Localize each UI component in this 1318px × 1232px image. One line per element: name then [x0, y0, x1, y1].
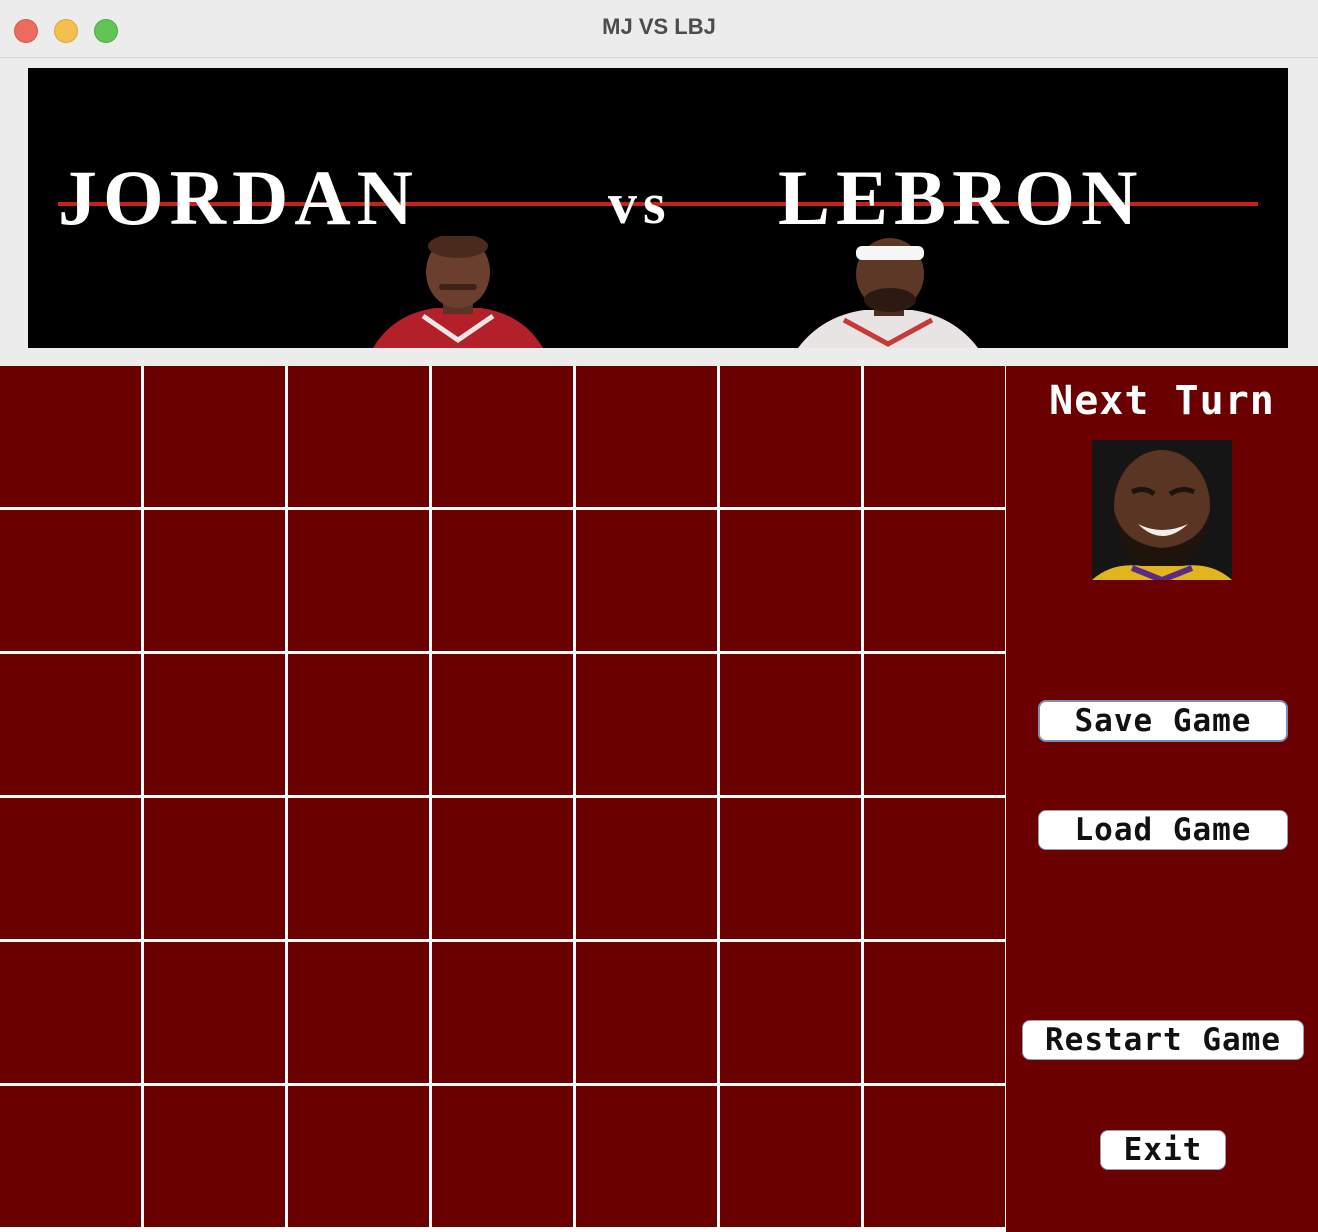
- board-cell[interactable]: [0, 798, 141, 939]
- lebron-face-avatar: [1092, 440, 1232, 580]
- game-board: [0, 366, 1006, 1232]
- restart-game-button[interactable]: Restart Game: [1022, 1020, 1304, 1060]
- board-cell[interactable]: [0, 510, 141, 651]
- board-cell[interactable]: [720, 942, 861, 1083]
- board-cell[interactable]: [432, 510, 573, 651]
- board-cell[interactable]: [576, 366, 717, 507]
- board-cell[interactable]: [144, 366, 285, 507]
- board-cell[interactable]: [864, 654, 1005, 795]
- board-cell[interactable]: [0, 654, 141, 795]
- board-cell[interactable]: [0, 366, 141, 507]
- game-area: Next Turn Save Game Load Game Restart Ga…: [0, 366, 1318, 1232]
- board-cell[interactable]: [720, 510, 861, 651]
- board-cell[interactable]: [288, 366, 429, 507]
- window-titlebar: MJ VS LBJ: [0, 0, 1318, 58]
- board-cell[interactable]: [720, 366, 861, 507]
- board-cell[interactable]: [0, 1086, 141, 1227]
- window-title: MJ VS LBJ: [602, 14, 716, 39]
- exit-button[interactable]: Exit: [1100, 1130, 1226, 1170]
- board-cell[interactable]: [864, 798, 1005, 939]
- board-cell[interactable]: [144, 654, 285, 795]
- game-board-frame: [0, 366, 1006, 1232]
- board-cell[interactable]: [576, 798, 717, 939]
- board-cell[interactable]: [432, 798, 573, 939]
- board-cell[interactable]: [288, 1086, 429, 1227]
- board-cell[interactable]: [144, 1086, 285, 1227]
- board-cell[interactable]: [720, 654, 861, 795]
- board-cell[interactable]: [288, 654, 429, 795]
- board-cell[interactable]: [864, 942, 1005, 1083]
- board-cell[interactable]: [144, 798, 285, 939]
- load-game-button[interactable]: Load Game: [1038, 810, 1288, 850]
- board-cell[interactable]: [576, 510, 717, 651]
- save-game-button[interactable]: Save Game: [1038, 700, 1288, 742]
- board-cell[interactable]: [576, 942, 717, 1083]
- board-cell[interactable]: [0, 942, 141, 1083]
- board-cell[interactable]: [288, 510, 429, 651]
- banner-lebron-text: LEBRON: [778, 154, 1144, 241]
- board-cell[interactable]: [576, 1086, 717, 1227]
- board-cell[interactable]: [144, 510, 285, 651]
- board-cell[interactable]: [864, 366, 1005, 507]
- board-cell[interactable]: [864, 1086, 1005, 1227]
- board-cell[interactable]: [432, 1086, 573, 1227]
- banner-jordan-text: JORDAN: [58, 154, 419, 241]
- banner-vs-text: vs: [608, 171, 672, 236]
- board-cell[interactable]: [432, 366, 573, 507]
- next-turn-label: Next Turn: [1049, 378, 1275, 424]
- board-cell[interactable]: [144, 942, 285, 1083]
- board-cell[interactable]: [576, 654, 717, 795]
- board-cell[interactable]: [288, 942, 429, 1083]
- board-cell[interactable]: [720, 798, 861, 939]
- jordan-player-image: [373, 236, 543, 348]
- lebron-player-image: [798, 236, 978, 348]
- side-panel: Next Turn Save Game Load Game Restart Ga…: [1006, 366, 1318, 1232]
- board-cell[interactable]: [720, 1086, 861, 1227]
- board-cell[interactable]: [288, 798, 429, 939]
- board-cell[interactable]: [432, 654, 573, 795]
- board-cell[interactable]: [432, 942, 573, 1083]
- board-cell[interactable]: [864, 510, 1005, 651]
